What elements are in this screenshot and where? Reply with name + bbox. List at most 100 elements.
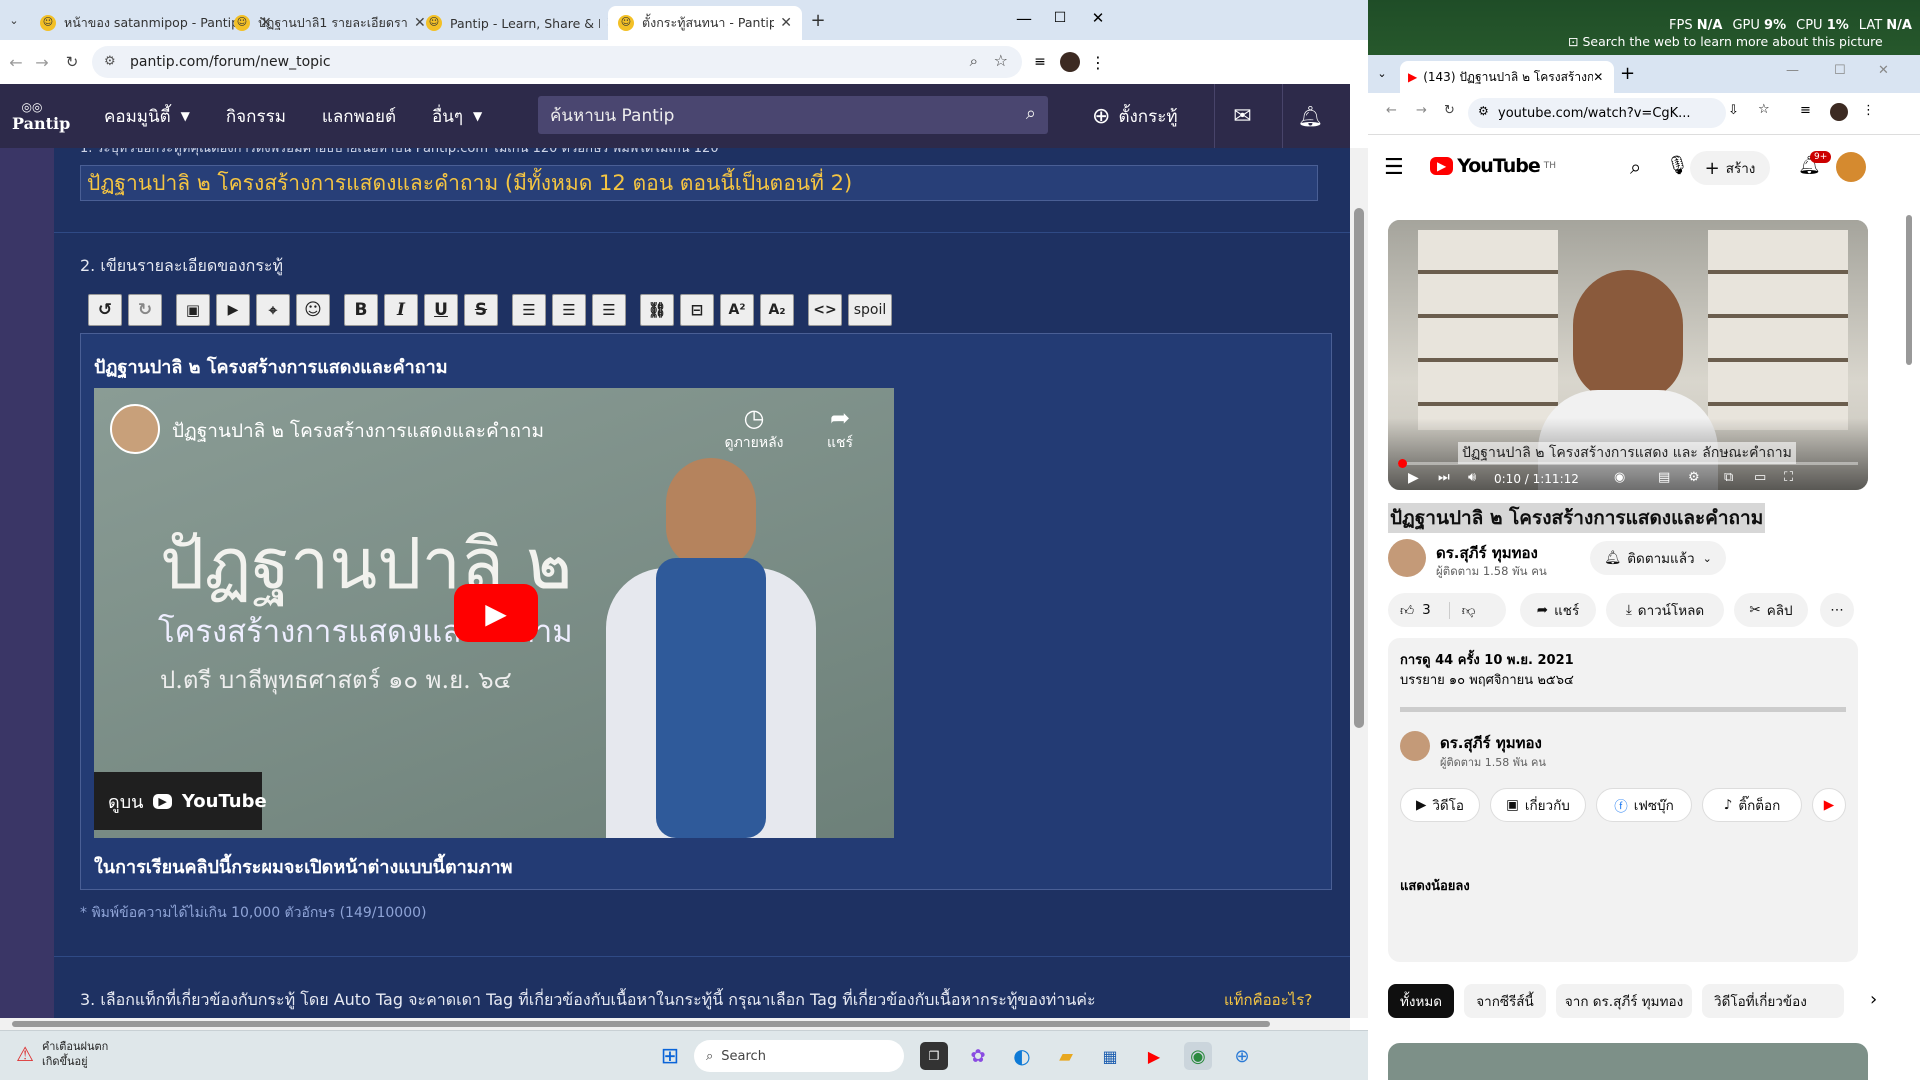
vertical-scrollbar[interactable] (1350, 148, 1368, 1018)
filter-channel[interactable]: จาก ดร.สุภีร์ ทุมทอง (1556, 984, 1692, 1018)
back-icon[interactable]: ← (1386, 103, 1397, 118)
microphone-icon[interactable]: 🎙︎ (1666, 155, 1689, 176)
progress-handle[interactable] (1398, 459, 1407, 468)
bookmark-star-icon[interactable]: ☆ (994, 51, 1008, 70)
tab-search-icon[interactable]: ⌄ (6, 12, 22, 28)
scrollbar-thumb[interactable] (1906, 215, 1912, 365)
menu-kebab-icon[interactable]: ⋮ (1090, 52, 1106, 72)
link-videos[interactable]: ▶ วิดีโอ (1400, 788, 1480, 822)
subscript-icon[interactable]: A₂ (760, 294, 794, 326)
horizontal-scrollbar[interactable] (0, 1018, 1350, 1030)
tab-course[interactable]: ☺ปัฏฐานปาลิ1 รายละเอียดรายวิชา และ...✕ (224, 6, 436, 40)
theater-mode-icon[interactable]: ▭ (1754, 470, 1766, 485)
thumbs-up-icon[interactable]: 👍︎ (1400, 602, 1414, 619)
channel-avatar-small[interactable] (1400, 731, 1430, 761)
show-less-link[interactable]: แสดงน้อยลง (1400, 875, 1470, 896)
globe-app-icon[interactable]: ⊕ (1228, 1042, 1256, 1070)
watch-on-youtube[interactable]: ดูบน ▶ YouTube (94, 772, 267, 830)
embed-share-button[interactable]: ➦ แชร์ (810, 404, 870, 454)
emoji-icon[interactable]: ☺ (296, 294, 330, 326)
filter-related[interactable]: วิดีโอที่เกี่ยวข้อง (1702, 984, 1844, 1018)
start-button-icon[interactable]: ⊞ (656, 1042, 684, 1070)
autoplay-toggle-icon[interactable]: ◉ (1614, 470, 1625, 485)
filter-series[interactable]: จากซีรีส์นี้ (1464, 984, 1546, 1018)
tab-search-icon[interactable]: ⌄ (1374, 65, 1390, 81)
create-button[interactable]: + สร้าง (1690, 151, 1770, 185)
channel-name[interactable]: ดร.สุภีร์ ทุมทอง (1436, 541, 1538, 565)
address-bar[interactable]: ⚙ pantip.com/forum/new_topic ⌕ ☆ (92, 46, 1022, 78)
embed-title[interactable]: ปัฏฐานปาลิ ๒ โครงสร้างการแสดงและคำถาม (172, 416, 544, 446)
chrome-icon[interactable]: ◉ (1184, 1042, 1212, 1070)
spoil-button[interactable]: spoil (848, 294, 892, 326)
link-tiktok[interactable]: ♪ ติ๊กต็อก (1702, 788, 1802, 822)
minimize-icon[interactable]: — (1786, 63, 1799, 78)
tab-new-topic[interactable]: ☺ ตั้งกระทู้สนทนา - Pantip ✕ (608, 6, 802, 40)
miniplayer-icon[interactable]: ⧉ (1724, 470, 1733, 485)
chevron-right-icon[interactable]: › (1870, 989, 1877, 1010)
next-icon[interactable]: ⏭ (1438, 470, 1450, 485)
channel-avatar[interactable] (1388, 539, 1426, 577)
progress-bar[interactable] (1398, 459, 1858, 468)
link-youtube[interactable]: ▶ (1812, 788, 1846, 822)
create-topic-button[interactable]: ⊕ ตั้งกระทู้ (1082, 84, 1188, 148)
reload-icon[interactable]: ↻ (62, 52, 82, 72)
file-explorer-icon[interactable]: ▰ (1052, 1042, 1080, 1070)
hr-icon[interactable]: ⊟ (680, 294, 714, 326)
maximize-icon[interactable]: ☐ (1834, 63, 1846, 78)
search-icon[interactable]: ⌕ (1026, 103, 1036, 124)
tag-help-link[interactable]: แท็กคืออะไร? (1224, 988, 1312, 1012)
store-icon[interactable]: ▦ (1096, 1042, 1124, 1070)
tab-pantip-home[interactable]: ☺Pantip - Learn, Share & Fun✕ (416, 6, 628, 40)
profile-avatar-icon[interactable] (1830, 103, 1848, 121)
channel-avatar[interactable] (110, 404, 160, 454)
clip-button[interactable]: ✂ คลิป (1734, 593, 1808, 627)
watch-later-button[interactable]: ◷ ดูภายหลัง (714, 404, 794, 454)
tab-youtube[interactable]: ▶ (143) ปัฏฐานปาลิ ๒ โครงสร้างก... ✕ (1400, 61, 1614, 93)
nav-activities[interactable]: กิจกรรม (208, 103, 304, 130)
reload-icon[interactable]: ↻ (1444, 103, 1455, 118)
edge-icon[interactable]: ◐ (1008, 1042, 1036, 1070)
link-facebook[interactable]: ⓕ เฟซบุ๊ก (1596, 788, 1692, 822)
bold-icon[interactable]: B (344, 294, 378, 326)
vertical-scrollbar[interactable] (1904, 155, 1916, 1075)
title-input[interactable]: ปัฏฐานปาลิ ๒ โครงสร้างการแสดงและคำถาม (ม… (80, 165, 1318, 201)
share-button[interactable]: ➦ แชร์ (1520, 593, 1596, 627)
back-icon[interactable]: ← (6, 52, 26, 72)
align-center-icon[interactable]: ☰ (552, 294, 586, 326)
superscript-icon[interactable]: A² (720, 294, 754, 326)
link-icon[interactable]: ⛓ (640, 294, 674, 326)
site-info-icon[interactable]: ⚙ (1478, 104, 1489, 118)
underline-icon[interactable]: U (424, 294, 458, 326)
filter-all[interactable]: ทั้งหมด (1388, 984, 1454, 1018)
strikethrough-icon[interactable]: S (464, 294, 498, 326)
site-info-icon[interactable]: ⚙ (104, 54, 116, 69)
account-avatar[interactable] (1836, 152, 1866, 182)
mail-icon[interactable]: ✉ (1214, 84, 1270, 148)
copilot-icon[interactable]: ✿ (964, 1042, 992, 1070)
nav-points[interactable]: แลกพอยต์ (304, 103, 414, 130)
thumbs-down-icon[interactable]: 👎︎ (1448, 601, 1475, 619)
fullscreen-icon[interactable]: ⛶ (1784, 470, 1793, 485)
subscribed-button[interactable]: 🔔︎ ติดตามแล้ว ⌄ (1590, 541, 1726, 575)
close-tab-icon[interactable]: ✕ (1593, 70, 1603, 84)
channel-name-small[interactable]: ดร.สุภีร์ ทุมทอง (1440, 731, 1542, 755)
settings-gear-icon[interactable]: ⚙ (1688, 470, 1700, 485)
address-bar[interactable]: ⚙ youtube.com/watch?v=CgK... (1468, 98, 1726, 128)
italic-icon[interactable]: I (384, 294, 418, 326)
menu-kebab-icon[interactable]: ⋮ (1862, 103, 1875, 118)
undo-icon[interactable]: ↺ (88, 294, 122, 326)
hamburger-menu-icon[interactable]: ☰ (1384, 155, 1404, 180)
play-icon[interactable]: ▶ (1408, 470, 1419, 486)
image-icon[interactable]: ▣ (176, 294, 210, 326)
forward-icon[interactable]: → (1416, 103, 1427, 118)
nav-community[interactable]: คอมมูนิตี้ ▼ (86, 103, 208, 130)
video-player[interactable]: ปัฏฐานปาลิ ๒ โครงสร้างการแสดง และ ลักษณะ… (1388, 220, 1868, 490)
close-tab-icon[interactable]: ✕ (780, 15, 792, 31)
close-window-icon[interactable]: ✕ (1088, 8, 1108, 28)
forward-icon[interactable]: → (32, 52, 52, 72)
new-tab-icon[interactable]: + (1620, 63, 1635, 84)
media-control-icon[interactable]: ≡ (1030, 52, 1050, 72)
youtube-icon[interactable]: ▶ (216, 294, 250, 326)
youtube-embed[interactable]: ปัฏฐานปาลิ ๒ โครงสร้างการแสดงและคำถาม ◷ ด… (94, 388, 894, 838)
minimize-icon[interactable]: — (1014, 8, 1034, 28)
